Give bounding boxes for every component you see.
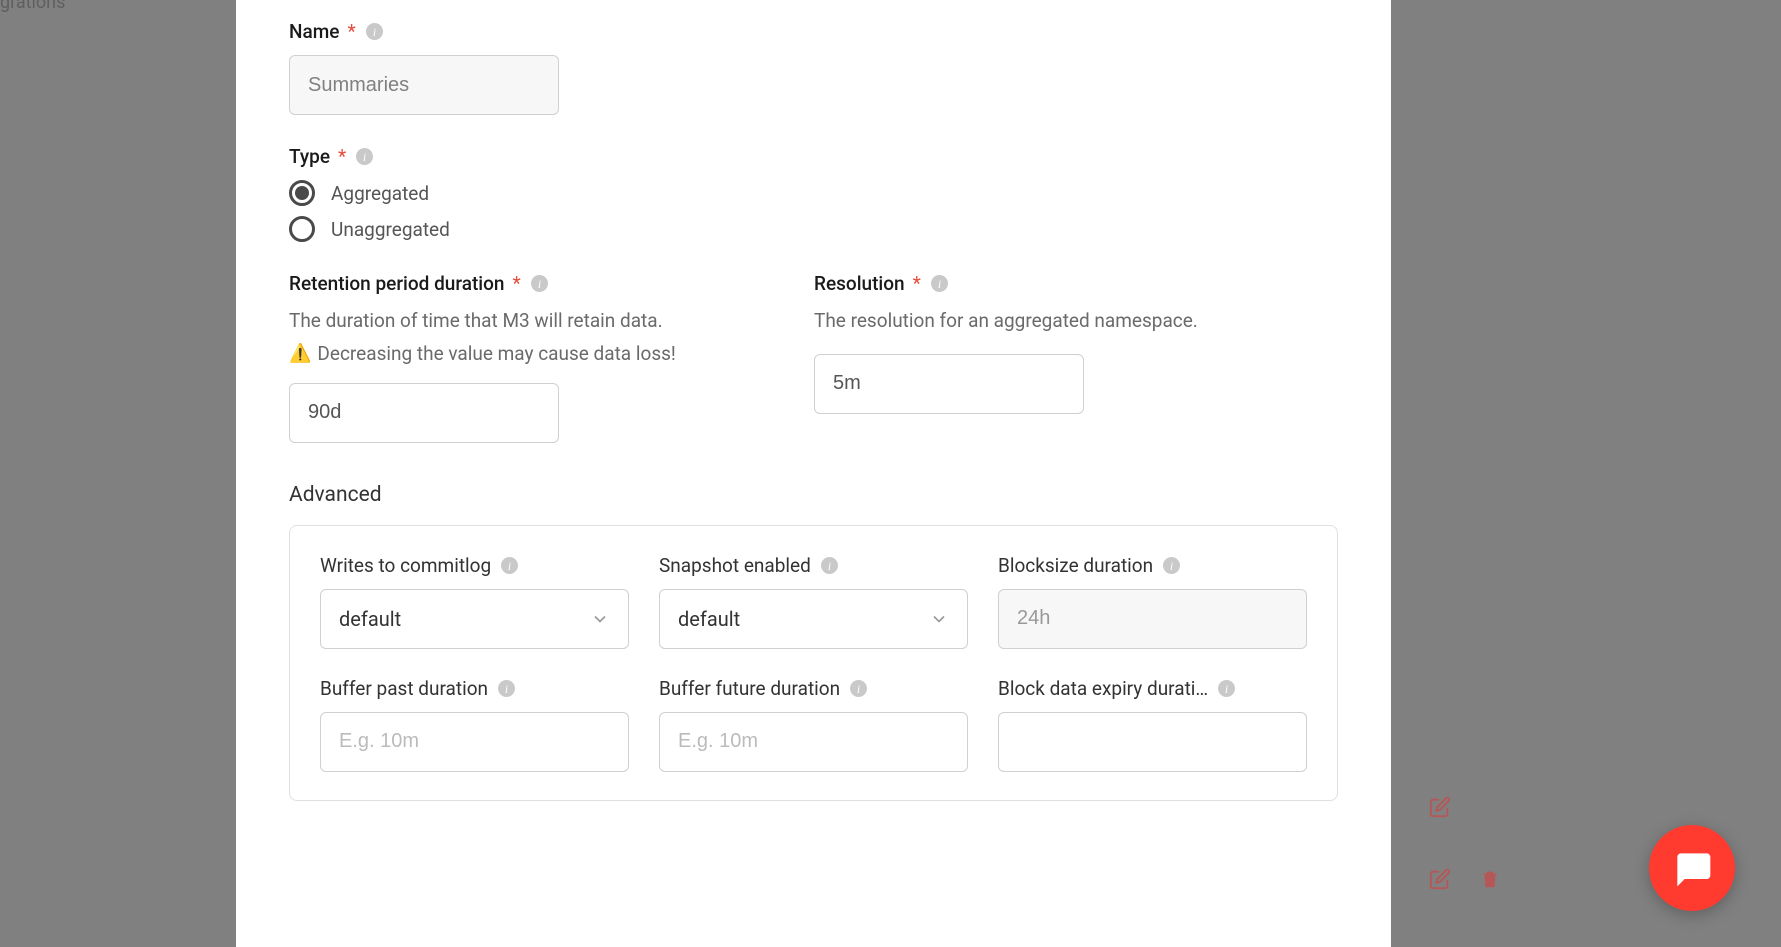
svg-text:i: i [828, 559, 831, 572]
required-asterisk: * [338, 145, 346, 168]
warning-icon: ⚠️ [289, 343, 311, 364]
retention-warning-text: Decreasing the value may cause data loss… [317, 342, 675, 365]
info-icon[interactable]: i [366, 23, 383, 40]
type-label: Type [289, 145, 330, 168]
resolution-input[interactable] [814, 354, 1084, 414]
blocksize-input[interactable] [998, 589, 1307, 649]
svg-text:i: i [538, 278, 541, 291]
resolution-label: Resolution [814, 272, 905, 295]
svg-text:i: i [1225, 682, 1228, 695]
resolution-helper-text: The resolution for an aggregated namespa… [814, 307, 1279, 336]
name-input[interactable] [289, 55, 559, 115]
edit-icon[interactable] [1429, 796, 1451, 818]
edit-icon[interactable] [1429, 868, 1451, 890]
retention-field-group: Retention period duration * i The duratio… [289, 272, 754, 443]
info-icon[interactable]: i [356, 148, 373, 165]
select-value: default [678, 607, 740, 631]
namespace-settings-modal: Name * i Type * i Aggregated Unaggregated [236, 0, 1391, 947]
snapshot-enabled-label: Snapshot enabled [659, 554, 811, 577]
chat-fab-button[interactable] [1649, 825, 1735, 911]
svg-text:i: i [508, 559, 511, 572]
sidebar-partial-text: grations [0, 0, 65, 13]
snapshot-enabled-group: Snapshot enabled i default [659, 554, 968, 649]
info-icon[interactable]: i [531, 275, 548, 292]
svg-text:i: i [938, 278, 941, 291]
info-icon[interactable]: i [931, 275, 948, 292]
svg-text:i: i [505, 682, 508, 695]
info-icon[interactable]: i [1218, 680, 1235, 697]
retention-warning: ⚠️ Decreasing the value may cause data l… [289, 342, 754, 365]
info-icon[interactable]: i [501, 557, 518, 574]
buffer-future-label: Buffer future duration [659, 677, 840, 700]
select-value: default [339, 607, 401, 631]
type-radio-unaggregated[interactable]: Unaggregated [289, 216, 1338, 242]
buffer-past-input[interactable] [320, 712, 629, 772]
chat-icon [1670, 846, 1714, 890]
retention-label: Retention period duration [289, 272, 505, 295]
radio-label: Unaggregated [331, 218, 450, 241]
writes-commitlog-select[interactable]: default [320, 589, 629, 649]
snapshot-enabled-select[interactable]: default [659, 589, 968, 649]
advanced-panel: Writes to commitlog i default Snapshot e… [289, 525, 1338, 801]
svg-text:i: i [363, 151, 366, 164]
block-data-expiry-input[interactable] [998, 712, 1307, 772]
resolution-field-group: Resolution * i The resolution for an aggr… [814, 272, 1279, 443]
block-data-expiry-label: Block data expiry durati… [998, 677, 1208, 700]
buffer-past-label: Buffer past duration [320, 677, 488, 700]
buffer-future-input[interactable] [659, 712, 968, 772]
type-field-group: Type * i Aggregated Unaggregated [289, 145, 1338, 242]
info-icon[interactable]: i [850, 680, 867, 697]
info-icon[interactable]: i [498, 680, 515, 697]
info-icon[interactable]: i [1163, 557, 1180, 574]
svg-text:i: i [1170, 559, 1173, 572]
name-label: Name [289, 20, 339, 43]
writes-commitlog-label: Writes to commitlog [320, 554, 491, 577]
radio-icon [289, 216, 315, 242]
chevron-down-icon [590, 609, 610, 629]
required-asterisk: * [347, 20, 355, 43]
name-field-group: Name * i [289, 20, 1338, 115]
svg-text:i: i [857, 682, 860, 695]
radio-label: Aggregated [331, 182, 429, 205]
required-asterisk: * [513, 272, 521, 295]
buffer-future-group: Buffer future duration i [659, 677, 968, 772]
radio-icon [289, 180, 315, 206]
svg-text:i: i [373, 26, 376, 39]
background-action-icons [1429, 796, 1501, 890]
info-icon[interactable]: i [821, 557, 838, 574]
advanced-heading: Advanced [289, 483, 1338, 507]
required-asterisk: * [913, 272, 921, 295]
retention-input[interactable] [289, 383, 559, 443]
blocksize-group: Blocksize duration i [998, 554, 1307, 649]
block-data-expiry-group: Block data expiry durati… i [998, 677, 1307, 772]
chevron-down-icon [929, 609, 949, 629]
retention-helper-text: The duration of time that M3 will retain… [289, 307, 754, 336]
blocksize-label: Blocksize duration [998, 554, 1153, 577]
trash-icon[interactable] [1479, 868, 1501, 890]
type-radio-aggregated[interactable]: Aggregated [289, 180, 1338, 206]
buffer-past-group: Buffer past duration i [320, 677, 629, 772]
writes-commitlog-group: Writes to commitlog i default [320, 554, 629, 649]
